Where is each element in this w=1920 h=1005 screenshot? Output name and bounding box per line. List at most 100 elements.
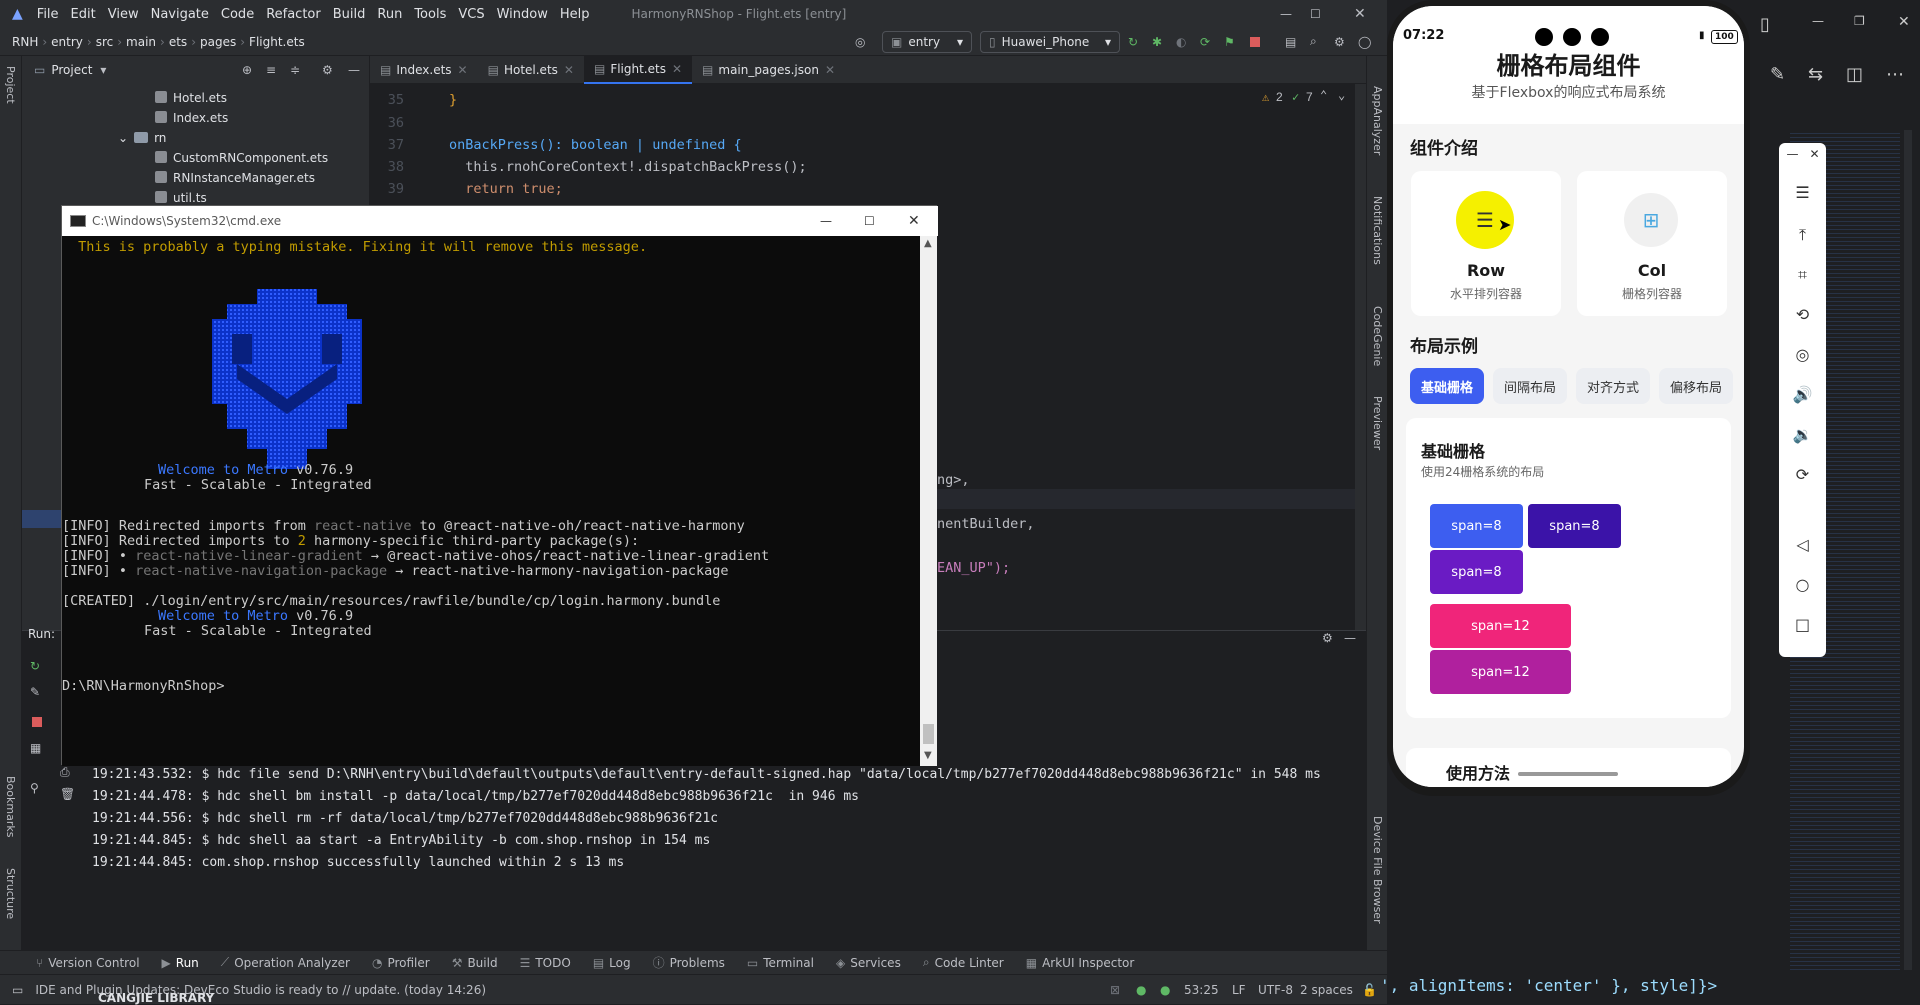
debug-icon[interactable]: ✱ xyxy=(1152,35,1162,49)
breadcrumb-entry[interactable]: entry xyxy=(51,35,83,49)
close-tab-icon[interactable]: ✕ xyxy=(564,63,574,77)
segment-basic-grid[interactable]: 基础栅格 xyxy=(1410,368,1484,404)
minimize-icon[interactable]: — xyxy=(1812,14,1824,28)
tab-problems[interactable]: ⓘ Problems xyxy=(653,954,725,971)
settings-icon[interactable]: ⚙ xyxy=(322,63,333,77)
previewer-tool-label[interactable]: Previewer xyxy=(1371,396,1384,450)
close-tab-icon[interactable]: ✕ xyxy=(672,62,682,76)
tab-log[interactable]: ▤ Log xyxy=(593,956,631,970)
close-icon[interactable]: ✕ xyxy=(908,213,920,229)
chevron-down-icon[interactable]: ⌄ xyxy=(1338,88,1345,102)
indent-setting[interactable]: 2 spaces xyxy=(1300,983,1353,997)
target-icon[interactable]: ◎ xyxy=(855,35,865,49)
line-separator[interactable]: LF xyxy=(1232,983,1246,997)
split-editor-icon[interactable]: ◫ xyxy=(1846,64,1863,85)
close-icon[interactable]: ✕ xyxy=(1898,14,1910,30)
console-prompt[interactable]: D:\RN\HarmonyRnShop> xyxy=(62,678,225,694)
lock-icon[interactable]: 🔓 xyxy=(1362,983,1377,997)
tab-operation-analyzer[interactable]: ⟋ Operation Analyzer xyxy=(221,955,350,970)
stop-icon[interactable] xyxy=(32,717,42,727)
menu-file[interactable]: File xyxy=(37,7,59,22)
device-manager-icon[interactable]: ▤ xyxy=(1285,35,1296,49)
menu-tools[interactable]: Tools xyxy=(414,7,446,22)
print-icon[interactable]: ⎙ xyxy=(60,765,70,780)
tab-code-linter[interactable]: ⌕ Code Linter xyxy=(923,955,1004,970)
scroll-down-icon[interactable]: ▼ xyxy=(924,750,932,761)
menu-view[interactable]: View xyxy=(108,7,139,22)
search-icon[interactable]: ⌕ xyxy=(1310,34,1317,49)
project-panel-title[interactable]: Project xyxy=(51,63,92,77)
back-icon[interactable]: ◁ xyxy=(1779,535,1826,554)
menu-help[interactable]: Help xyxy=(560,7,590,22)
check-icon[interactable]: ✓ xyxy=(1292,90,1299,104)
close-tab-icon[interactable]: ✕ xyxy=(458,63,468,77)
minimize-icon[interactable]: — xyxy=(1280,7,1292,21)
locate-icon[interactable]: ⊕ xyxy=(242,63,252,77)
tab-profiler[interactable]: ◔ Profiler xyxy=(372,956,430,970)
tab-hotel[interactable]: ▤ Hotel.ets ✕ xyxy=(478,56,584,84)
close-icon[interactable]: ✕ xyxy=(1354,6,1366,22)
app-logo-icon[interactable]: ▲ xyxy=(12,6,23,22)
warning-icon[interactable]: ⚠ xyxy=(1262,90,1269,104)
device-select[interactable]: ▯ Huawei_Phone ▾ xyxy=(980,30,1120,53)
expand-all-icon[interactable]: ≡ xyxy=(266,63,276,77)
maximize-icon[interactable]: ❐ xyxy=(1854,14,1865,28)
recent-apps-icon[interactable]: □ xyxy=(1779,615,1826,634)
stop-icon[interactable] xyxy=(1250,37,1260,47)
tab-flight[interactable]: ▤ Flight.ets ✕ xyxy=(583,55,693,84)
layout-toggle-icon[interactable]: ▯ xyxy=(1760,14,1770,35)
home-icon[interactable]: ○ xyxy=(1779,575,1826,594)
tree-item-rn-instance[interactable]: RNInstanceManager.ets xyxy=(155,168,315,188)
tree-item-index[interactable]: Index.ets xyxy=(155,108,228,128)
run-config-select[interactable]: ▣ entry ▾ xyxy=(882,30,972,53)
trash-icon[interactable]: 🗑 xyxy=(60,787,75,801)
rerun-icon[interactable]: ↻ xyxy=(1128,35,1138,49)
rerun-icon[interactable]: ↻ xyxy=(30,659,40,673)
maximize-icon[interactable]: ☐ xyxy=(1310,7,1321,21)
cmd-console[interactable]: This is probably a typing mistake. Fixin… xyxy=(62,236,920,766)
tab-todo[interactable]: ☰ TODO xyxy=(520,956,571,970)
collapse-all-icon[interactable]: ≑ xyxy=(290,63,300,77)
breadcrumb-ets[interactable]: ets xyxy=(169,35,187,49)
maximize-icon[interactable]: ☐ xyxy=(864,214,875,228)
wrench-icon[interactable]: ✎ xyxy=(30,685,40,699)
screenshot-icon[interactable]: ◎ xyxy=(1779,345,1826,364)
menu-code[interactable]: Code xyxy=(221,7,254,22)
bookmarks-tool-label[interactable]: Bookmarks xyxy=(4,776,17,837)
menu-icon[interactable]: ☰ xyxy=(1779,183,1826,202)
settings-icon[interactable]: ⚙ xyxy=(1334,35,1345,49)
edit-icon[interactable]: ✎ xyxy=(1770,64,1785,85)
pin-icon[interactable]: ⚲ xyxy=(30,781,39,795)
tab-index[interactable]: ▤ Index.ets ✕ xyxy=(370,56,478,84)
tab-version-control[interactable]: ⑂ Version Control xyxy=(36,956,140,970)
menu-run[interactable]: Run xyxy=(377,7,402,22)
account-icon[interactable]: ◯ xyxy=(1358,35,1371,49)
tree-folder-rn[interactable]: ⌄ rn xyxy=(118,128,166,148)
breadcrumb-file[interactable]: Flight.ets xyxy=(249,35,305,49)
cursor-position[interactable]: 53:25 xyxy=(1184,983,1219,997)
chevron-down-icon[interactable]: ⌄ xyxy=(118,131,128,145)
profile-icon[interactable]: ◐ xyxy=(1176,35,1186,49)
hot-reload-icon[interactable]: ⟳ xyxy=(1200,35,1210,49)
device-file-browser-tool-label[interactable]: Device File Browser xyxy=(1371,816,1384,924)
breadcrumb-pages[interactable]: pages xyxy=(200,35,236,49)
app-analyzer-tool-label[interactable]: AppAnalyzer xyxy=(1371,86,1384,155)
fold-icon[interactable]: ⟳ xyxy=(1779,465,1826,484)
chevron-up-icon[interactable]: ⌃ xyxy=(1320,88,1327,102)
status-panel-icon[interactable]: ▭ xyxy=(12,983,23,997)
menu-window[interactable]: Window xyxy=(497,7,548,22)
attach-icon[interactable]: ⚑ xyxy=(1224,35,1235,49)
tab-build[interactable]: ⚒ Build xyxy=(452,956,498,970)
close-tab-icon[interactable]: ✕ xyxy=(825,63,835,77)
menu-edit[interactable]: Edit xyxy=(71,7,96,22)
scroll-thumb[interactable] xyxy=(923,724,934,744)
intro-card-row[interactable]: ☰ ➤ Row 水平排列容器 xyxy=(1411,171,1561,316)
layout-icon[interactable]: ▦ xyxy=(30,741,41,755)
home-indicator[interactable] xyxy=(1518,772,1618,776)
settings-icon[interactable]: ⚙ xyxy=(1322,631,1333,645)
pin-top-icon[interactable]: ⤒ xyxy=(1779,225,1826,245)
menu-build[interactable]: Build xyxy=(333,7,366,22)
menu-vcs[interactable]: VCS xyxy=(458,7,484,22)
tab-run[interactable]: ▶ Run xyxy=(162,956,199,970)
breadcrumb-project[interactable]: RNH xyxy=(12,35,38,49)
